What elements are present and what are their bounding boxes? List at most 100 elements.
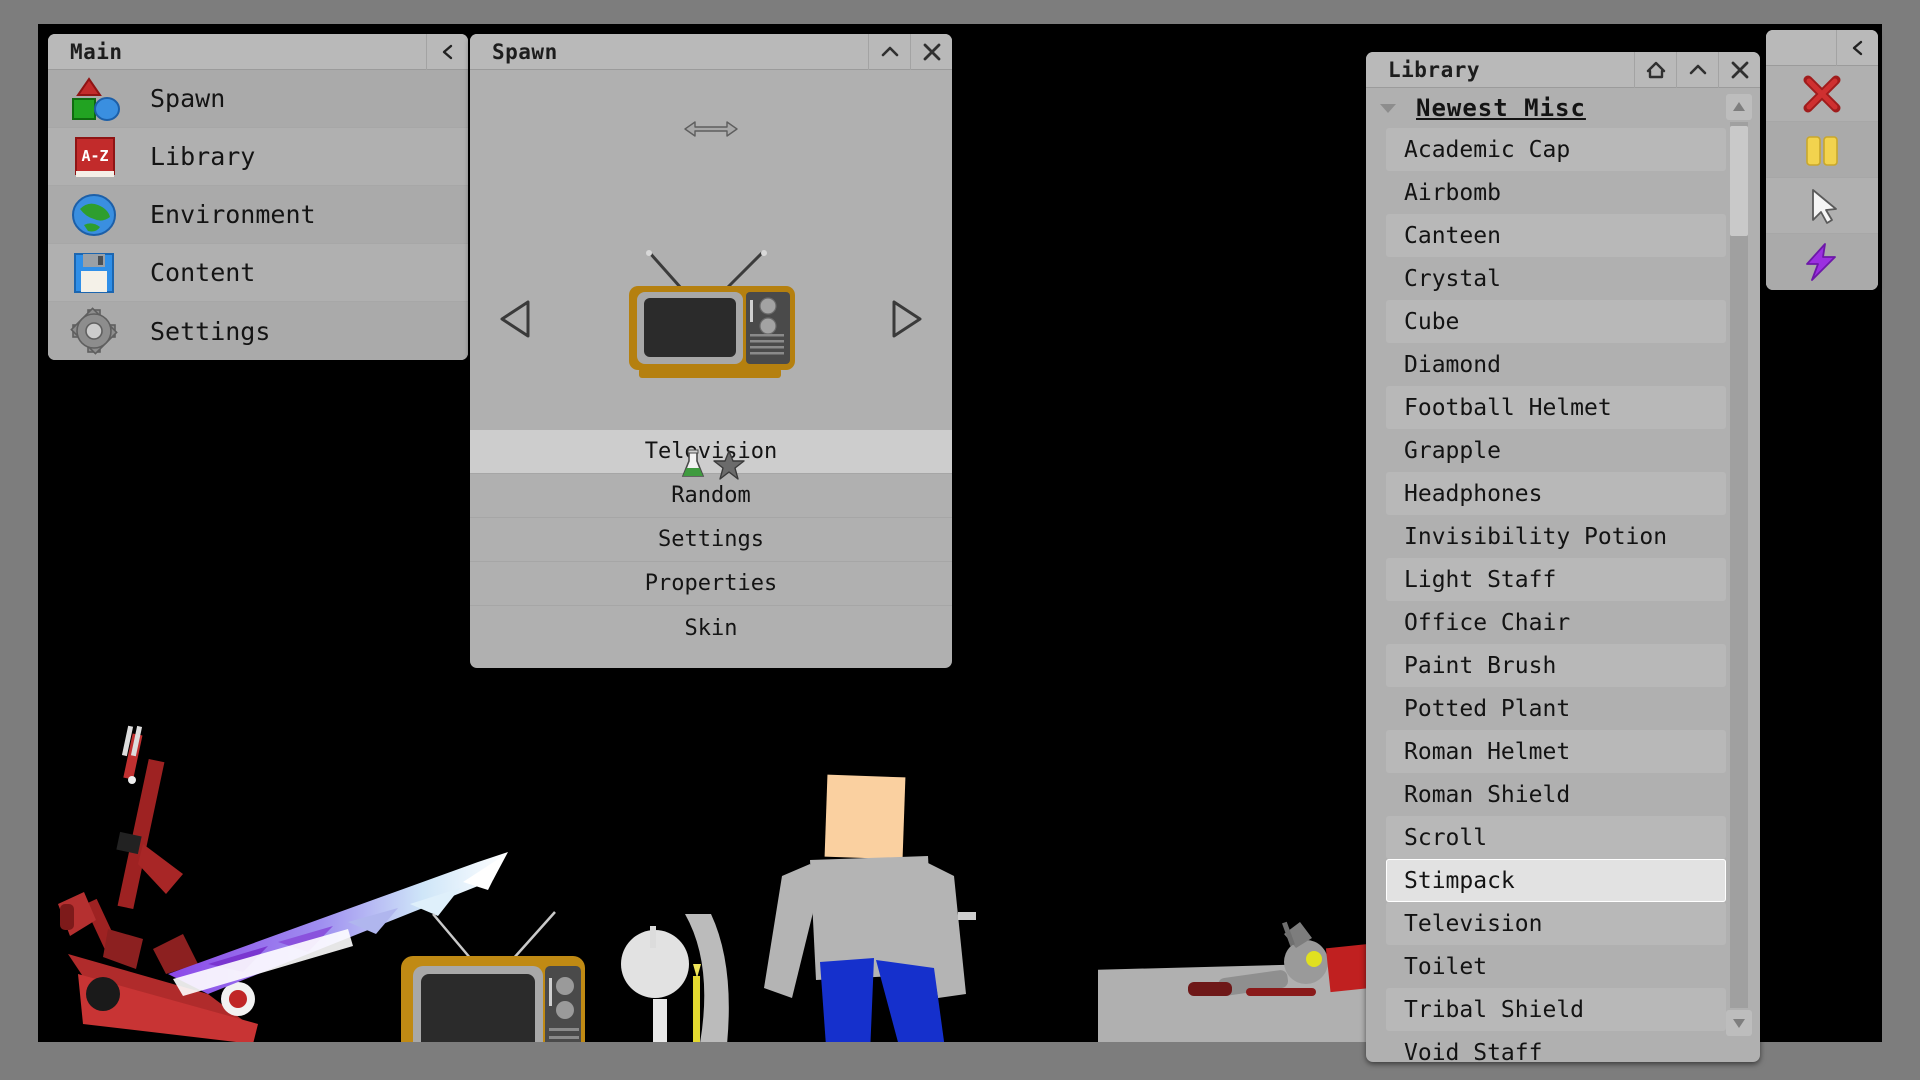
star-icon — [713, 450, 745, 480]
library-item[interactable]: Diamond — [1386, 343, 1726, 386]
spawn-button-skin[interactable]: Skin — [470, 606, 952, 650]
spawn-panel-minimize-button[interactable] — [868, 33, 910, 70]
spawn-panel-title: Spawn — [492, 39, 558, 64]
library-item[interactable]: Scroll — [1386, 816, 1726, 859]
tool-panel-collapse-button[interactable] — [1836, 29, 1878, 66]
library-scroll-thumb[interactable] — [1730, 126, 1748, 236]
scene-object-character — [764, 774, 976, 1070]
spawn-button-properties-label: Properties — [644, 571, 778, 596]
library-item[interactable]: Canteen — [1386, 214, 1726, 257]
spawn-button-settings-label: Settings — [658, 527, 764, 552]
resize-horizontal-icon[interactable] — [681, 118, 741, 140]
library-item-label: Toilet — [1404, 953, 1488, 980]
library-item[interactable]: Light Staff — [1386, 558, 1726, 601]
library-close-button[interactable] — [1718, 52, 1760, 88]
library-item[interactable]: Tribal Shield — [1386, 988, 1726, 1031]
spawn-button-random-label: Random — [671, 483, 751, 508]
tool-delete[interactable] — [1766, 66, 1878, 122]
globe-icon — [68, 191, 124, 239]
library-item-label: Television — [1404, 910, 1543, 937]
main-panel: Main Spawn A-Z Library Environment Conte… — [48, 33, 468, 360]
tool-panel — [1766, 29, 1878, 290]
svg-text:A-Z: A-Z — [81, 147, 108, 165]
shapes-icon — [68, 75, 124, 123]
library-group-label: Newest Misc — [1416, 94, 1586, 122]
library-minimize-button[interactable] — [1676, 52, 1718, 88]
library-item-label: Invisibility Potion — [1404, 523, 1668, 550]
main-panel-collapse-button[interactable] — [426, 33, 468, 70]
library-item[interactable]: Office Chair — [1386, 601, 1726, 644]
library-item[interactable]: Football Helmet — [1386, 386, 1726, 429]
library-item[interactable]: Roman Shield — [1386, 773, 1726, 816]
main-item-spawn[interactable]: Spawn — [48, 70, 468, 128]
main-item-settings-label: Settings — [150, 316, 271, 346]
library-home-button[interactable] — [1634, 52, 1676, 88]
main-panel-titlebar[interactable]: Main — [48, 33, 468, 70]
main-item-environment[interactable]: Environment — [48, 186, 468, 244]
library-item-label: Roman Shield — [1404, 781, 1571, 808]
library-item[interactable]: Airbomb — [1386, 171, 1726, 214]
library-item-label: Roman Helmet — [1404, 738, 1571, 765]
library-item-label: Canteen — [1404, 222, 1501, 249]
library-item[interactable]: Paint Brush — [1386, 644, 1726, 687]
library-scroll-track[interactable] — [1730, 122, 1748, 1008]
tool-panel-titlebar[interactable] — [1766, 29, 1878, 66]
library-item[interactable]: Roman Helmet — [1386, 730, 1726, 773]
library-item[interactable]: Void Staff — [1386, 1031, 1726, 1063]
main-item-settings[interactable]: Settings — [48, 302, 468, 360]
yellow-pause-icon — [1806, 135, 1838, 166]
main-item-content[interactable]: Content — [48, 244, 468, 302]
library-scroll-up-button[interactable] — [1726, 94, 1752, 120]
tool-power[interactable] — [1766, 234, 1878, 290]
library-item[interactable]: Potted Plant — [1386, 687, 1726, 730]
television-preview-icon — [629, 250, 795, 378]
library-item-label: Void Staff — [1404, 1039, 1543, 1063]
library-panel-titlebar[interactable]: Library — [1366, 52, 1760, 88]
library-scroll-down-button[interactable] — [1726, 1010, 1752, 1036]
chevron-up-icon — [881, 46, 898, 56]
main-item-library[interactable]: A-Z Library — [48, 128, 468, 186]
gear-icon — [68, 307, 124, 355]
floppy-disk-icon — [68, 249, 124, 297]
library-item-label: Crystal — [1404, 265, 1501, 292]
library-item[interactable]: Academic Cap — [1386, 128, 1726, 171]
spawn-prev-button[interactable] — [498, 298, 534, 340]
library-item[interactable]: Grapple — [1386, 429, 1726, 472]
library-item-label: Diamond — [1404, 351, 1501, 378]
spawn-panel-titlebar[interactable]: Spawn — [470, 33, 952, 70]
flask-icon — [681, 449, 705, 477]
library-item-list[interactable]: Academic Cap Airbomb Canteen Crystal Cube Dia… — [1366, 128, 1760, 1062]
library-panel: Library Newest Misc Academic Cap Airbomb C… — [1366, 52, 1760, 1062]
main-panel-title: Main — [70, 39, 123, 64]
library-item[interactable]: Stimpack — [1386, 859, 1726, 902]
library-item[interactable]: Cube — [1386, 300, 1726, 343]
home-icon — [1646, 61, 1665, 78]
spawn-preview-area — [470, 70, 952, 480]
library-item-label: Football Helmet — [1404, 394, 1612, 421]
tool-freeze[interactable] — [1766, 122, 1878, 178]
tool-select[interactable] — [1766, 178, 1878, 234]
spawn-panel-close-button[interactable] — [910, 33, 952, 70]
library-panel-title: Library — [1388, 57, 1481, 82]
cursor-icon — [1812, 188, 1837, 224]
library-group-header[interactable]: Newest Misc — [1366, 88, 1760, 128]
library-item-label: Potted Plant — [1404, 695, 1571, 722]
main-item-content-label: Content — [150, 258, 256, 287]
library-item[interactable]: Toilet — [1386, 945, 1726, 988]
caret-down-icon — [1733, 1019, 1745, 1028]
spawn-next-button[interactable] — [888, 298, 924, 340]
library-item-label: Cube — [1404, 308, 1460, 335]
library-item-label: Tribal Shield — [1404, 996, 1585, 1023]
library-item[interactable]: Headphones — [1386, 472, 1726, 515]
library-item[interactable]: Crystal — [1386, 257, 1726, 300]
spawn-button-settings[interactable]: Settings — [470, 518, 952, 562]
close-icon — [1731, 61, 1748, 78]
chevron-up-icon — [1689, 64, 1706, 74]
caret-down-icon — [1380, 104, 1396, 113]
library-item-label: Paint Brush — [1404, 652, 1557, 679]
library-item[interactable]: Television — [1386, 902, 1726, 945]
main-item-environment-label: Environment — [150, 200, 316, 229]
library-item[interactable]: Invisibility Potion — [1386, 515, 1726, 558]
spawn-button-properties[interactable]: Properties — [470, 562, 952, 606]
library-scrollbar[interactable] — [1726, 94, 1752, 1036]
